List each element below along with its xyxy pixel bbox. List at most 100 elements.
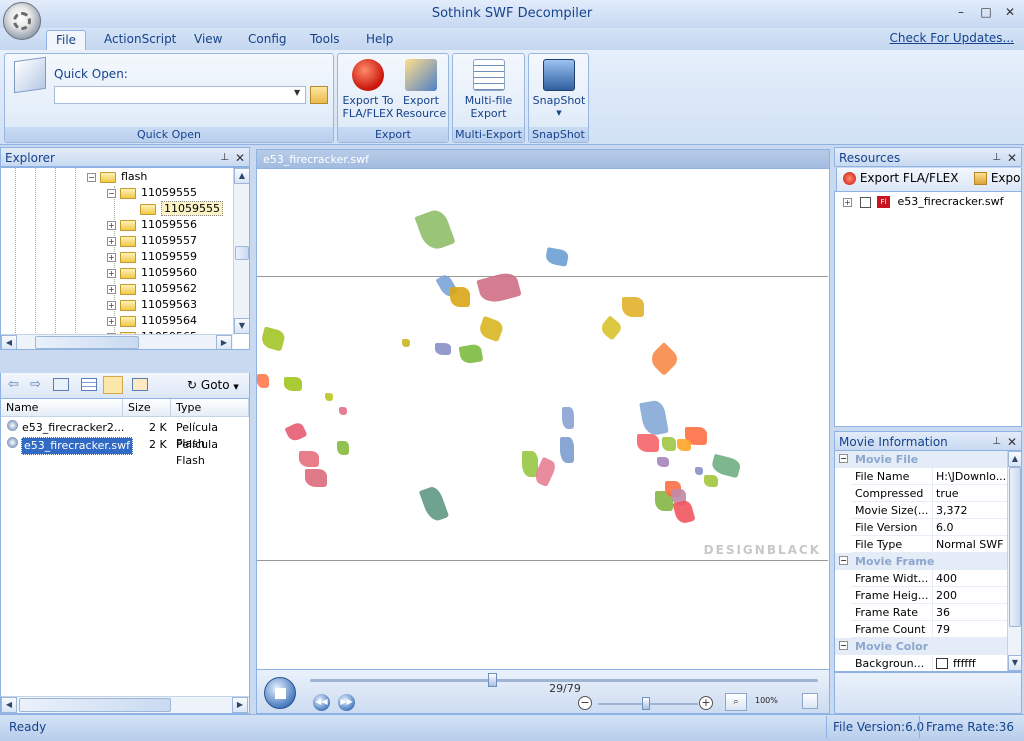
close-button[interactable]: ✕ <box>999 4 1021 20</box>
info-row[interactable]: Frame Count 79 <box>851 621 1007 638</box>
column-header-size[interactable]: Size <box>123 399 171 417</box>
scroll-thumb[interactable] <box>1009 467 1021 627</box>
tree-item[interactable]: − 11059555 <box>107 185 197 201</box>
scroll-left-icon[interactable]: ◀ <box>1 335 17 349</box>
file-list-horizontal-scrollbar[interactable]: ◀ ▶ <box>1 696 249 713</box>
column-header-type[interactable]: Type <box>171 399 249 417</box>
browse-folder-button[interactable] <box>310 86 328 104</box>
maximize-button[interactable]: □ <box>975 4 997 20</box>
info-row[interactable]: Frame Widt... 400 <box>851 570 1007 587</box>
tree-item-selected[interactable]: 11059555 <box>140 201 223 217</box>
tree-item[interactable]: +11059564 <box>107 313 197 329</box>
tree-item[interactable]: +11059559 <box>107 249 197 265</box>
tab-actionscript[interactable]: ActionScript <box>96 30 184 50</box>
info-row[interactable]: Backgroun... ffffff <box>851 655 1007 671</box>
export-fla-flex-button[interactable]: Export FLA/FLEX <box>843 171 958 185</box>
zoom-in-button[interactable]: + <box>699 696 713 710</box>
info-row[interactable]: Movie Size(... 3,372 <box>851 502 1007 519</box>
export-button[interactable]: Export <box>974 171 1021 185</box>
info-row[interactable]: Frame Heig... 200 <box>851 587 1007 604</box>
pin-icon[interactable]: ⊥ <box>220 148 229 168</box>
collapse-icon[interactable]: − <box>839 454 848 463</box>
back-icon[interactable]: ⇦ <box>8 377 19 392</box>
scroll-thumb[interactable] <box>35 336 139 349</box>
scroll-thumb[interactable] <box>19 698 171 712</box>
pin-icon[interactable]: ⊥ <box>992 432 1001 452</box>
info-category[interactable]: − Movie File <box>835 451 1007 468</box>
close-icon[interactable]: ✕ <box>1007 148 1017 168</box>
file-row[interactable]: e53_firecracker2... 2 K Película Flash <box>1 420 249 450</box>
quick-open-input[interactable] <box>54 86 306 104</box>
collapse-icon[interactable]: − <box>839 556 848 565</box>
tree-item[interactable]: − flash <box>87 169 147 185</box>
expand-icon[interactable]: + <box>107 316 116 326</box>
export-fla-button[interactable]: Export To FLA/FLEX <box>340 59 396 120</box>
document-tab[interactable]: e53_firecracker.swf <box>256 149 830 169</box>
scroll-down-icon[interactable]: ▼ <box>1008 655 1021 671</box>
expand-icon[interactable]: + <box>843 197 852 207</box>
tab-tools[interactable]: Tools <box>302 30 348 50</box>
background-color-button[interactable] <box>802 693 818 709</box>
expand-icon[interactable]: + <box>107 252 116 262</box>
snapshot-button[interactable]: SnapShot ▼ <box>531 59 587 120</box>
info-row[interactable]: Compressed true <box>851 485 1007 502</box>
scroll-up-icon[interactable]: ▲ <box>1008 451 1021 467</box>
chevron-down-icon[interactable]: ▼ <box>294 88 300 97</box>
up-folder-icon[interactable] <box>53 378 69 391</box>
check-updates-link[interactable]: Check For Updates... <box>890 31 1014 45</box>
zoom-out-button[interactable]: − <box>578 696 592 710</box>
zoom-slider-thumb[interactable] <box>642 697 650 710</box>
collapse-icon[interactable]: − <box>839 641 848 650</box>
timeline-thumb[interactable] <box>488 673 497 687</box>
collapse-icon[interactable]: − <box>87 172 96 182</box>
info-row[interactable]: File Type Normal SWF <box>851 536 1007 553</box>
tab-help[interactable]: Help <box>358 30 401 50</box>
scroll-left-icon[interactable]: ◀ <box>1 697 17 713</box>
info-vertical-scrollbar[interactable]: ▲ ▼ <box>1007 451 1021 671</box>
resource-checkbox[interactable] <box>859 196 871 208</box>
tree-item[interactable]: +11059557 <box>107 233 197 249</box>
expand-icon[interactable]: + <box>107 300 116 310</box>
tree-item[interactable]: +11059560 <box>107 265 197 281</box>
expand-icon[interactable]: + <box>107 220 116 230</box>
zoom-100-button[interactable]: 100% <box>755 693 778 711</box>
column-header-name[interactable]: Name <box>1 399 123 417</box>
tree-horizontal-scrollbar[interactable]: ◀ ▶ <box>1 334 233 349</box>
list-view-icon[interactable] <box>81 378 97 391</box>
rewind-button[interactable]: ◀◀ <box>313 694 330 711</box>
expand-icon[interactable]: + <box>107 268 116 278</box>
tree-item[interactable]: +11059563 <box>107 297 197 313</box>
stop-button[interactable] <box>264 677 296 709</box>
scroll-up-icon[interactable]: ▲ <box>234 168 249 184</box>
file-row-selected[interactable]: e53_firecracker.swf 2 K Película Flash <box>1 437 249 467</box>
scroll-down-icon[interactable]: ▼ <box>234 318 249 334</box>
goto-button[interactable]: ↻ Goto ▼ <box>187 378 239 392</box>
thumbnail-view-icon[interactable] <box>132 378 148 391</box>
expand-icon[interactable]: + <box>107 236 116 246</box>
tree-vertical-scrollbar[interactable]: ▲ ▼ <box>233 168 249 334</box>
scroll-right-icon[interactable]: ▶ <box>232 697 248 713</box>
info-row[interactable]: File Version 6.0 <box>851 519 1007 536</box>
info-row[interactable]: File Name H:\JDownlo... <box>851 468 1007 485</box>
info-row[interactable]: Frame Rate 36 <box>851 604 1007 621</box>
collapse-icon[interactable]: − <box>107 188 116 198</box>
resource-item[interactable]: + Fl e53_firecracker.swf <box>843 194 1003 210</box>
fast-forward-button[interactable]: ▶▶ <box>338 694 355 711</box>
tab-view[interactable]: View <box>186 30 230 50</box>
multi-file-export-button[interactable]: Multi-file Export <box>457 59 520 120</box>
pin-icon[interactable]: ⊥ <box>992 148 1001 168</box>
close-icon[interactable]: ✕ <box>235 148 245 168</box>
scroll-thumb[interactable] <box>235 246 249 260</box>
info-category[interactable]: − Movie Frame <box>835 553 1007 570</box>
export-resource-button[interactable]: Export Resource <box>394 59 448 120</box>
details-view-icon[interactable] <box>103 376 123 394</box>
app-menu-button[interactable] <box>3 2 41 40</box>
forward-icon[interactable]: ⇨ <box>30 377 41 392</box>
info-category[interactable]: − Movie Color <box>835 638 1007 655</box>
scroll-right-icon[interactable]: ▶ <box>216 335 232 349</box>
tree-item[interactable]: +11059562 <box>107 281 197 297</box>
tree-item[interactable]: +11059556 <box>107 217 197 233</box>
tab-file[interactable]: File <box>46 30 86 50</box>
close-icon[interactable]: ✕ <box>1007 432 1017 452</box>
zoom-fit-button[interactable]: ⌕ <box>725 693 747 711</box>
